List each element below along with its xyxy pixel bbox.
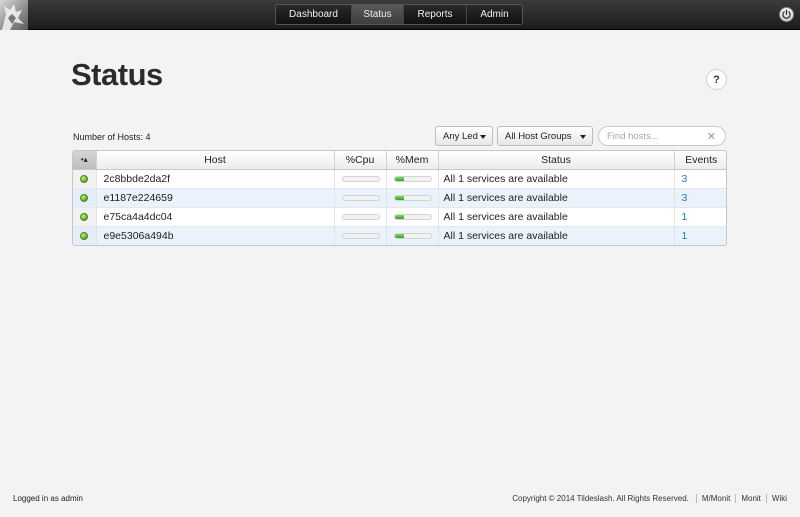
chevron-down-icon bbox=[580, 135, 586, 139]
search-input[interactable] bbox=[607, 130, 707, 143]
status-text: All 1 services are available bbox=[438, 207, 675, 227]
mem-cell bbox=[386, 169, 439, 189]
cpu-cell bbox=[334, 188, 387, 208]
cpu-bar bbox=[341, 175, 380, 182]
events-link[interactable]: 3 bbox=[674, 188, 726, 208]
column-header-mem[interactable]: %Mem bbox=[386, 151, 439, 170]
led-cell bbox=[73, 169, 97, 189]
host-name[interactable]: e1187e224659 bbox=[96, 188, 335, 208]
mem-bar-fill bbox=[394, 176, 404, 181]
main-nav: Dashboard Status Reports Admin bbox=[275, 4, 523, 25]
help-button[interactable]: ? bbox=[706, 69, 727, 90]
footer-link-monit[interactable]: Monit bbox=[735, 493, 766, 503]
search-box: ✕ bbox=[598, 126, 726, 146]
logo[interactable] bbox=[0, 0, 28, 30]
status-led-icon bbox=[80, 193, 89, 202]
led-cell bbox=[73, 188, 97, 208]
events-link[interactable]: 3 bbox=[674, 169, 726, 189]
nav-admin[interactable]: Admin bbox=[467, 5, 522, 24]
copyright-text: Copyright © 2014 Tildeslash. All Rights … bbox=[512, 493, 689, 503]
footer-link-wiki[interactable]: Wiki bbox=[765, 493, 792, 503]
page-title: Status bbox=[71, 57, 163, 92]
cpu-bar bbox=[341, 232, 380, 239]
nav-reports[interactable]: Reports bbox=[404, 5, 467, 24]
mem-cell bbox=[386, 207, 439, 227]
table-header-row: •▴ Host %Cpu %Mem Status Events bbox=[73, 151, 726, 170]
status-text: All 1 services are available bbox=[438, 169, 675, 189]
table-row[interactable]: e1187e224659 All 1 services are availabl… bbox=[73, 188, 726, 208]
column-header-cpu[interactable]: %Cpu bbox=[334, 151, 387, 170]
events-link[interactable]: 1 bbox=[674, 226, 726, 245]
mem-bar-fill bbox=[394, 233, 404, 238]
chevron-down-icon bbox=[480, 135, 486, 139]
footer-links: Copyright © 2014 Tildeslash. All Rights … bbox=[512, 491, 792, 505]
host-name[interactable]: 2c8bbde2da2f bbox=[96, 169, 335, 189]
events-link[interactable]: 1 bbox=[674, 207, 726, 227]
host-name[interactable]: e75ca4a4dc04 bbox=[96, 207, 335, 227]
power-icon bbox=[782, 9, 791, 19]
led-cell bbox=[73, 207, 97, 227]
mem-bar bbox=[393, 194, 432, 201]
nav-dashboard[interactable]: Dashboard bbox=[276, 5, 352, 24]
nav-status[interactable]: Status bbox=[352, 5, 404, 24]
mem-bar bbox=[393, 175, 432, 182]
host-group-select[interactable]: All Host Groups bbox=[497, 126, 593, 146]
cpu-bar bbox=[341, 213, 380, 220]
table-row[interactable]: e9e5306a494b All 1 services are availabl… bbox=[73, 226, 726, 245]
cpu-cell bbox=[334, 169, 387, 189]
clear-icon[interactable]: ✕ bbox=[707, 130, 716, 143]
table-row[interactable]: e75ca4a4dc04 All 1 services are availabl… bbox=[73, 207, 726, 227]
host-count: Number of Hosts: 4 bbox=[73, 132, 151, 142]
mem-bar bbox=[393, 213, 432, 220]
cpu-bar bbox=[341, 194, 380, 201]
top-bar: Dashboard Status Reports Admin bbox=[0, 0, 800, 30]
host-group-label: All Host Groups bbox=[505, 130, 572, 142]
column-header-events[interactable]: Events bbox=[674, 151, 726, 170]
status-led-icon bbox=[80, 174, 89, 183]
hosts-table: •▴ Host %Cpu %Mem Status Events 2c8bbde2… bbox=[72, 150, 727, 246]
mem-cell bbox=[386, 188, 439, 208]
mem-bar bbox=[393, 232, 432, 239]
column-header-led[interactable]: •▴ bbox=[73, 151, 97, 170]
host-name[interactable]: e9e5306a494b bbox=[96, 226, 335, 245]
mem-bar-fill bbox=[394, 214, 404, 219]
table-row[interactable]: 2c8bbde2da2f All 1 services are availabl… bbox=[73, 169, 726, 189]
column-header-status[interactable]: Status bbox=[438, 151, 675, 170]
led-filter-select[interactable]: Any Led bbox=[435, 126, 493, 146]
mem-cell bbox=[386, 226, 439, 245]
mem-bar-fill bbox=[394, 195, 404, 200]
power-button[interactable] bbox=[779, 7, 794, 22]
status-led-icon bbox=[80, 231, 89, 240]
status-text: All 1 services are available bbox=[438, 188, 675, 208]
status-led-icon bbox=[80, 212, 89, 221]
led-cell bbox=[73, 226, 97, 245]
logged-in-text: Logged in as admin bbox=[13, 494, 83, 503]
led-filter-label: Any Led bbox=[443, 130, 478, 142]
cpu-cell bbox=[334, 226, 387, 245]
column-header-host[interactable]: Host bbox=[96, 151, 335, 170]
cpu-cell bbox=[334, 207, 387, 227]
footer-link-mmonit[interactable]: M/Monit bbox=[695, 493, 735, 503]
status-text: All 1 services are available bbox=[438, 226, 675, 245]
